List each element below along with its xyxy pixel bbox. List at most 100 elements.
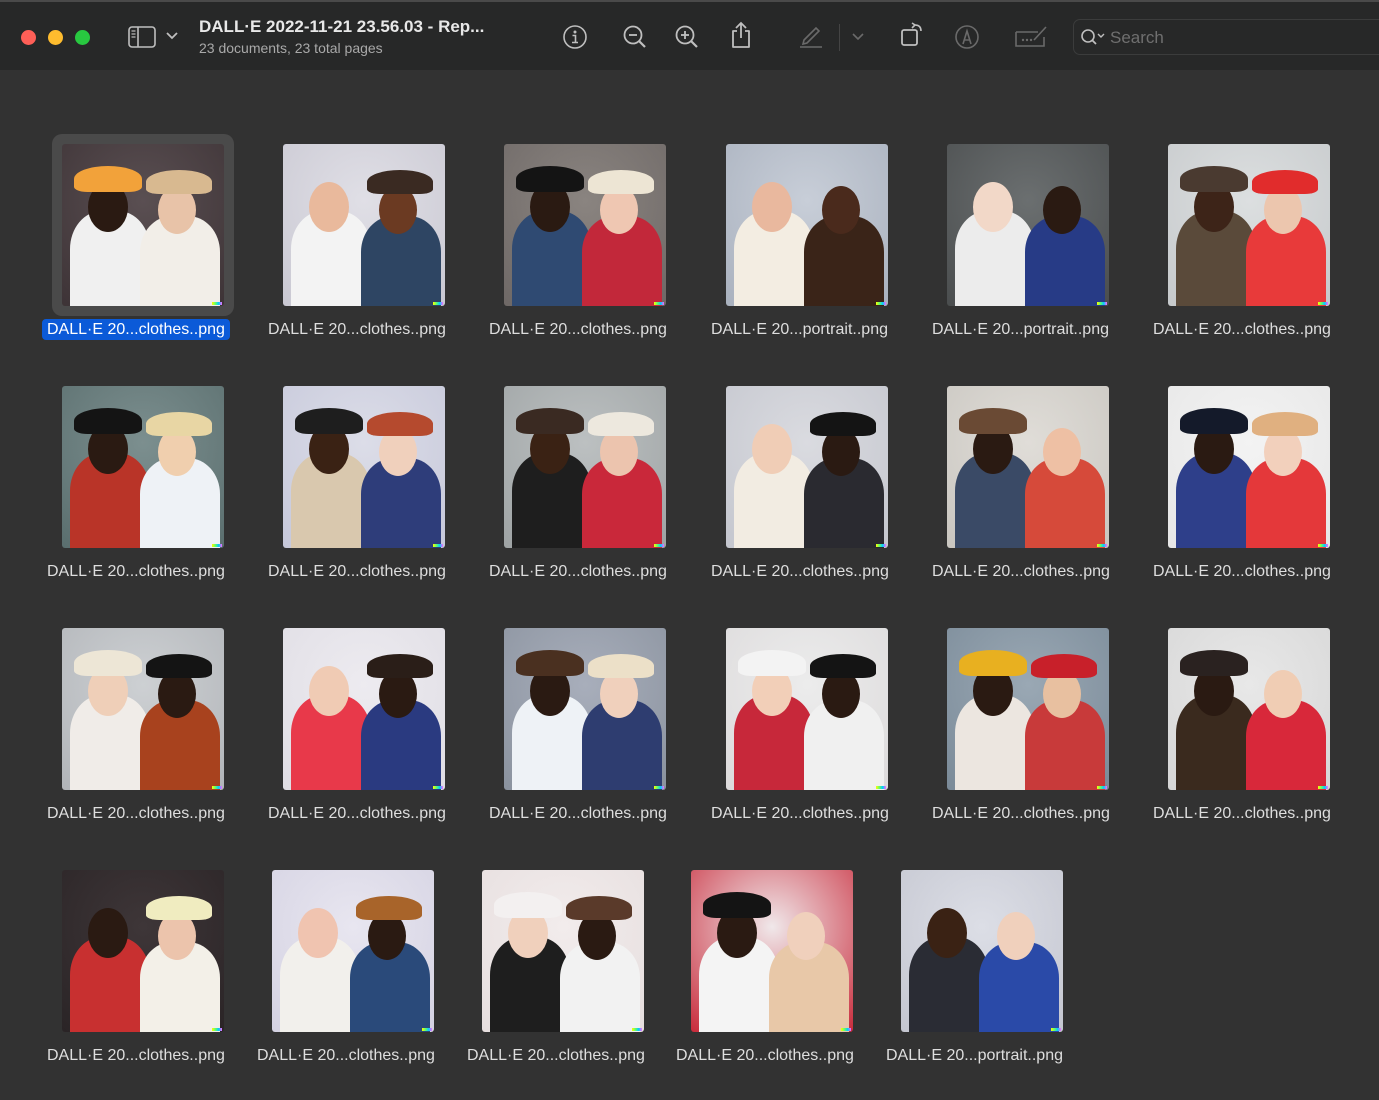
document-thumbnail[interactable] xyxy=(901,870,1063,1032)
document-item[interactable]: DALL·E 20...clothes..png xyxy=(1148,628,1348,858)
thumbnail-frame[interactable] xyxy=(726,144,888,306)
info-icon[interactable] xyxy=(562,24,588,50)
zoom-out-icon[interactable] xyxy=(622,24,648,50)
document-label[interactable]: DALL·E 20...clothes..png xyxy=(1148,321,1331,339)
document-thumbnail[interactable] xyxy=(726,144,888,306)
document-item[interactable]: DALL·E 20...clothes..png xyxy=(1148,144,1348,374)
fullscreen-window-button[interactable] xyxy=(75,30,90,45)
document-item[interactable]: DALL·E 20...clothes..png xyxy=(484,386,684,616)
document-thumbnail[interactable] xyxy=(1168,628,1330,790)
document-label[interactable]: DALL·E 20...clothes..png xyxy=(1148,563,1331,581)
chevron-down-icon[interactable] xyxy=(165,31,179,41)
document-thumbnail[interactable] xyxy=(62,144,224,306)
document-thumbnail[interactable] xyxy=(504,386,666,548)
document-label[interactable]: DALL·E 20...clothes..png xyxy=(484,805,667,823)
document-thumbnail[interactable] xyxy=(504,628,666,790)
share-icon[interactable] xyxy=(729,21,753,49)
document-item[interactable]: DALL·E 20...clothes..png xyxy=(927,628,1127,858)
document-label[interactable]: DALL·E 20...clothes..png xyxy=(484,321,667,339)
thumbnail-frame[interactable] xyxy=(1168,144,1330,306)
document-thumbnail[interactable] xyxy=(272,870,434,1032)
thumbnail-frame[interactable] xyxy=(504,628,666,790)
document-thumbnail[interactable] xyxy=(62,870,224,1032)
document-item[interactable]: DALL·E 20...clothes..png xyxy=(263,628,463,858)
thumbnail-frame[interactable] xyxy=(947,628,1109,790)
document-label[interactable]: DALL·E 20...clothes..png xyxy=(263,805,446,823)
document-item[interactable]: DALL·E 20...clothes..png xyxy=(42,386,242,616)
document-thumbnail[interactable] xyxy=(1168,386,1330,548)
document-thumbnail[interactable] xyxy=(482,870,644,1032)
thumbnail-frame[interactable] xyxy=(1168,386,1330,548)
document-label[interactable]: DALL·E 20...clothes..png xyxy=(42,805,225,823)
zoom-in-icon[interactable] xyxy=(674,24,700,50)
document-item[interactable]: DALL·E 20...clothes..png xyxy=(1148,386,1348,616)
thumbnail-frame[interactable] xyxy=(1168,628,1330,790)
document-thumbnail[interactable] xyxy=(283,628,445,790)
document-thumbnail[interactable] xyxy=(947,386,1109,548)
document-item[interactable]: DALL·E 20...portrait..png xyxy=(927,144,1127,374)
document-item[interactable]: DALL·E 20...portrait..png xyxy=(706,144,906,374)
document-item[interactable]: DALL·E 20...clothes..png xyxy=(706,386,906,616)
thumbnail-frame[interactable] xyxy=(272,870,434,1032)
document-thumbnail[interactable] xyxy=(726,628,888,790)
document-item[interactable]: DALL·E 20...clothes..png xyxy=(42,628,242,858)
document-item[interactable]: DALL·E 20...portrait..png xyxy=(881,870,1081,1100)
thumbnail-frame[interactable] xyxy=(947,386,1109,548)
thumbnail-frame[interactable] xyxy=(283,628,445,790)
document-label[interactable]: DALL·E 20...clothes..png xyxy=(42,563,225,581)
search-field[interactable] xyxy=(1073,19,1379,55)
document-item[interactable]: DALL·E 20...clothes..png xyxy=(484,628,684,858)
document-thumbnail[interactable] xyxy=(1168,144,1330,306)
search-input[interactable] xyxy=(1108,26,1372,50)
thumbnail-frame[interactable] xyxy=(726,628,888,790)
thumbnail-frame[interactable] xyxy=(504,144,666,306)
document-thumbnail[interactable] xyxy=(726,386,888,548)
sidebar-toggle-icon[interactable] xyxy=(128,26,156,48)
thumbnail-frame[interactable] xyxy=(62,628,224,790)
document-item[interactable]: DALL·E 20...clothes..png xyxy=(42,134,242,374)
document-thumbnail[interactable] xyxy=(947,628,1109,790)
thumbnail-frame[interactable] xyxy=(504,386,666,548)
thumbnail-frame[interactable] xyxy=(726,386,888,548)
document-label[interactable]: DALL·E 20...clothes..png xyxy=(671,1047,854,1065)
thumbnail-frame[interactable] xyxy=(52,134,234,316)
thumbnail-frame[interactable] xyxy=(482,870,644,1032)
document-label[interactable]: DALL·E 20...clothes..png xyxy=(927,805,1110,823)
document-item[interactable]: DALL·E 20...clothes..png xyxy=(263,144,463,374)
document-thumbnail[interactable] xyxy=(691,870,853,1032)
minimize-window-button[interactable] xyxy=(48,30,63,45)
document-label[interactable]: DALL·E 20...portrait..png xyxy=(881,1047,1063,1065)
document-thumbnail[interactable] xyxy=(62,628,224,790)
document-label[interactable]: DALL·E 20...clothes..png xyxy=(706,805,889,823)
thumbnail-frame[interactable] xyxy=(62,870,224,1032)
document-label[interactable]: DALL·E 20...clothes..png xyxy=(462,1047,645,1065)
document-thumbnail[interactable] xyxy=(283,386,445,548)
thumbnail-frame[interactable] xyxy=(283,386,445,548)
document-label[interactable]: DALL·E 20...clothes..png xyxy=(252,1047,435,1065)
document-item[interactable]: DALL·E 20...clothes..png xyxy=(263,386,463,616)
document-label[interactable]: DALL·E 20...clothes..png xyxy=(927,563,1110,581)
document-label[interactable]: DALL·E 20...clothes..png xyxy=(706,563,889,581)
document-label[interactable]: DALL·E 20...clothes..png xyxy=(42,1047,225,1065)
thumbnail-frame[interactable] xyxy=(283,144,445,306)
thumbnail-frame[interactable] xyxy=(901,870,1063,1032)
document-item[interactable]: DALL·E 20...clothes..png xyxy=(671,870,871,1100)
document-item[interactable]: DALL·E 20...clothes..png xyxy=(927,386,1127,616)
document-label[interactable]: DALL·E 20...clothes..png xyxy=(42,319,230,340)
document-label[interactable]: DALL·E 20...clothes..png xyxy=(484,563,667,581)
document-label[interactable]: DALL·E 20...clothes..png xyxy=(263,563,446,581)
document-thumbnail[interactable] xyxy=(283,144,445,306)
document-item[interactable]: DALL·E 20...clothes..png xyxy=(484,144,684,374)
thumbnail-frame[interactable] xyxy=(62,386,224,548)
search-icon[interactable] xyxy=(1080,28,1106,46)
document-label[interactable]: DALL·E 20...portrait..png xyxy=(706,321,888,339)
thumbnail-frame[interactable] xyxy=(947,144,1109,306)
document-thumbnail[interactable] xyxy=(62,386,224,548)
document-label[interactable]: DALL·E 20...clothes..png xyxy=(263,321,446,339)
document-item[interactable]: DALL·E 20...clothes..png xyxy=(42,870,242,1100)
document-item[interactable]: DALL·E 20...clothes..png xyxy=(252,870,452,1100)
document-label[interactable]: DALL·E 20...clothes..png xyxy=(1148,805,1331,823)
document-item[interactable]: DALL·E 20...clothes..png xyxy=(706,628,906,858)
document-thumbnail[interactable] xyxy=(947,144,1109,306)
thumbnail-frame[interactable] xyxy=(691,870,853,1032)
